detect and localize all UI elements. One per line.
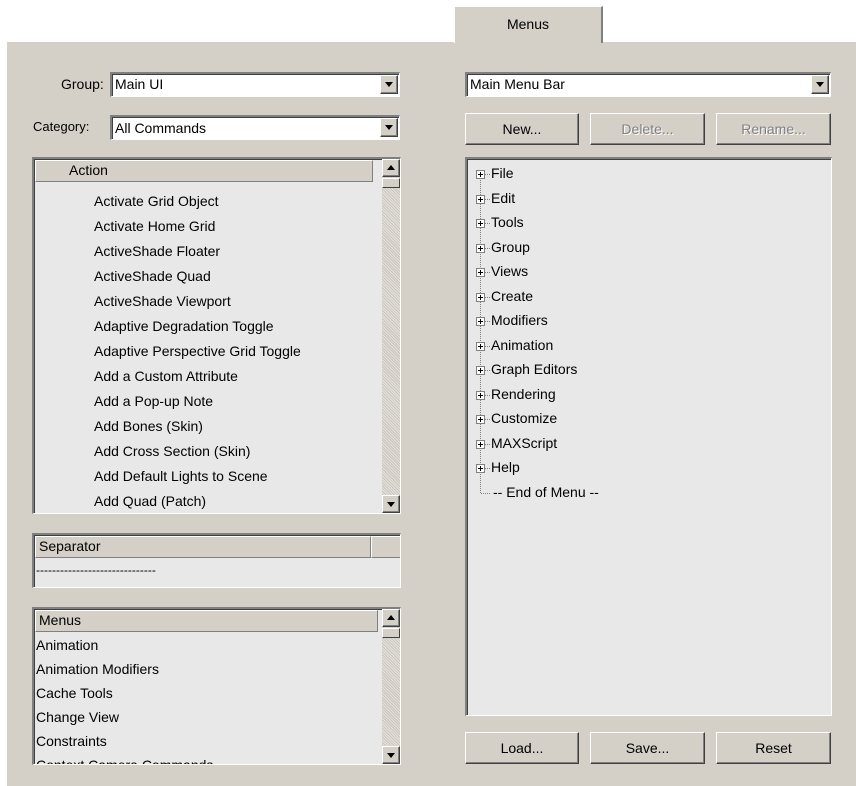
menus-list-item[interactable]: Context Camera Commands xyxy=(36,757,213,764)
menus-scrollbar[interactable] xyxy=(382,609,400,764)
separator-header-filler xyxy=(371,536,400,558)
expand-plus-icon[interactable] xyxy=(476,219,485,228)
scroll-thumb[interactable] xyxy=(382,628,400,638)
category-dropdown[interactable]: All Commands xyxy=(110,115,400,140)
action-list-item[interactable]: Add Default Lights to Scene xyxy=(94,468,268,484)
expand-plus-icon[interactable] xyxy=(476,170,485,179)
expand-plus-icon[interactable] xyxy=(476,268,485,277)
expand-plus-icon[interactable] xyxy=(476,243,485,253)
action-list-item[interactable]: ActiveShade Quad xyxy=(94,268,211,284)
expand-plus-icon[interactable] xyxy=(476,341,485,351)
expand-plus-icon[interactable] xyxy=(476,366,485,375)
action-scrollbar[interactable] xyxy=(382,159,400,513)
expand-plus-icon[interactable] xyxy=(476,194,485,204)
reset-button[interactable]: Reset xyxy=(716,732,831,764)
expand-plus-icon[interactable] xyxy=(476,464,485,473)
action-list-item[interactable]: Activate Grid Object xyxy=(94,193,219,209)
action-list-item[interactable]: ActiveShade Viewport xyxy=(94,293,231,309)
tab-menus[interactable]: Menus xyxy=(454,6,603,43)
action-list-item[interactable]: Adaptive Degradation Toggle xyxy=(94,318,274,334)
new-button[interactable]: New... xyxy=(465,113,579,145)
tree-menu-item[interactable]: Views xyxy=(491,263,528,279)
tree-menu-item[interactable]: File xyxy=(491,165,514,181)
tree-menu-item[interactable]: Customize xyxy=(491,410,557,426)
save-button[interactable]: Save... xyxy=(590,732,705,764)
separator-item[interactable]: ------------------------------ xyxy=(36,563,156,577)
tree-menu-item[interactable]: Modifiers xyxy=(491,312,548,328)
chevron-up-icon xyxy=(387,165,395,170)
expand-plus-icon[interactable] xyxy=(476,415,485,424)
group-label: Group: xyxy=(61,76,104,92)
scroll-thumb[interactable] xyxy=(382,178,400,188)
rename-button[interactable]: Rename... xyxy=(716,113,831,145)
tree-menu-item[interactable]: Help xyxy=(491,459,520,475)
tree-end-of-menu[interactable]: -- End of Menu -- xyxy=(493,484,599,500)
tree-menu-item[interactable]: Group xyxy=(491,239,530,255)
category-value: All Commands xyxy=(115,120,207,136)
expand-plus-icon[interactable] xyxy=(476,390,485,400)
scroll-up-button[interactable] xyxy=(382,159,400,177)
tree-menu-item[interactable]: Rendering xyxy=(491,386,556,402)
tree-branch-line xyxy=(481,492,490,494)
menus-list[interactable]: Menus Animation Animation Modifiers Cache … xyxy=(32,607,401,765)
expand-plus-icon[interactable] xyxy=(476,292,485,302)
dropdown-arrow-button[interactable] xyxy=(811,75,829,94)
separator-list[interactable]: Separator ------------------------------ xyxy=(32,533,401,588)
action-list-item[interactable]: Adaptive Perspective Grid Toggle xyxy=(94,343,301,359)
group-dropdown[interactable]: Main UI xyxy=(110,72,400,97)
tree-menu-item[interactable]: Animation xyxy=(491,337,553,353)
action-list-item[interactable]: Add Cross Section (Skin) xyxy=(94,443,250,459)
action-list-item[interactable]: Add Bones (Skin) xyxy=(94,418,203,434)
action-list-item[interactable]: ActiveShade Floater xyxy=(94,243,220,259)
menus-list-item[interactable]: Animation Modifiers xyxy=(36,661,159,677)
menus-list-item[interactable]: Constraints xyxy=(36,733,107,749)
menus-list-item[interactable]: Change View xyxy=(36,709,119,725)
menu-tree[interactable]: File Edit Tools Group Views Create Modifiers An… xyxy=(465,157,832,716)
menus-column-header[interactable]: Menus xyxy=(35,610,378,632)
chevron-up-icon xyxy=(387,615,395,620)
chevron-down-icon xyxy=(387,502,395,507)
dropdown-arrow-button[interactable] xyxy=(380,118,398,137)
chevron-down-icon xyxy=(387,753,395,758)
tree-menu-item[interactable]: Edit xyxy=(491,190,515,206)
separator-column-header[interactable]: Separator xyxy=(35,536,371,558)
tree-menu-item[interactable]: Create xyxy=(491,288,533,304)
action-list-item[interactable]: Add a Pop-up Note xyxy=(94,393,213,409)
tree-menu-item[interactable]: Graph Editors xyxy=(491,361,577,377)
tree-menu-item[interactable]: MAXScript xyxy=(491,435,557,451)
expand-plus-icon[interactable] xyxy=(476,439,485,449)
chevron-down-icon xyxy=(385,82,393,87)
scroll-up-button[interactable] xyxy=(382,609,400,627)
customize-ui-dialog: Menus Group: Main UI Category: All Comma… xyxy=(0,0,856,786)
chevron-down-icon xyxy=(385,125,393,130)
tree-menu-item[interactable]: Tools xyxy=(491,214,524,230)
group-value: Main UI xyxy=(115,76,164,92)
delete-button[interactable]: Delete... xyxy=(590,113,705,145)
load-button[interactable]: Load... xyxy=(465,732,579,764)
action-column-header[interactable]: Action xyxy=(35,160,373,182)
action-list-item[interactable]: Activate Home Grid xyxy=(94,218,215,234)
action-list-item[interactable]: Add Quad (Patch) xyxy=(94,493,206,509)
category-label: Category: xyxy=(33,119,90,134)
action-list[interactable]: Action Activate Grid Object Activate Home… xyxy=(32,157,401,514)
action-list-item[interactable]: Add a Custom Attribute xyxy=(94,368,238,384)
menus-list-item[interactable]: Cache Tools xyxy=(36,685,113,701)
menu-select-dropdown[interactable]: Main Menu Bar xyxy=(465,72,831,97)
menus-list-item[interactable]: Animation xyxy=(36,637,98,653)
chevron-down-icon xyxy=(816,82,824,87)
dropdown-arrow-button[interactable] xyxy=(380,75,398,94)
menu-select-value: Main Menu Bar xyxy=(470,76,565,92)
scroll-down-button[interactable] xyxy=(382,495,400,513)
scroll-down-button[interactable] xyxy=(382,746,400,764)
expand-plus-icon[interactable] xyxy=(476,317,485,326)
